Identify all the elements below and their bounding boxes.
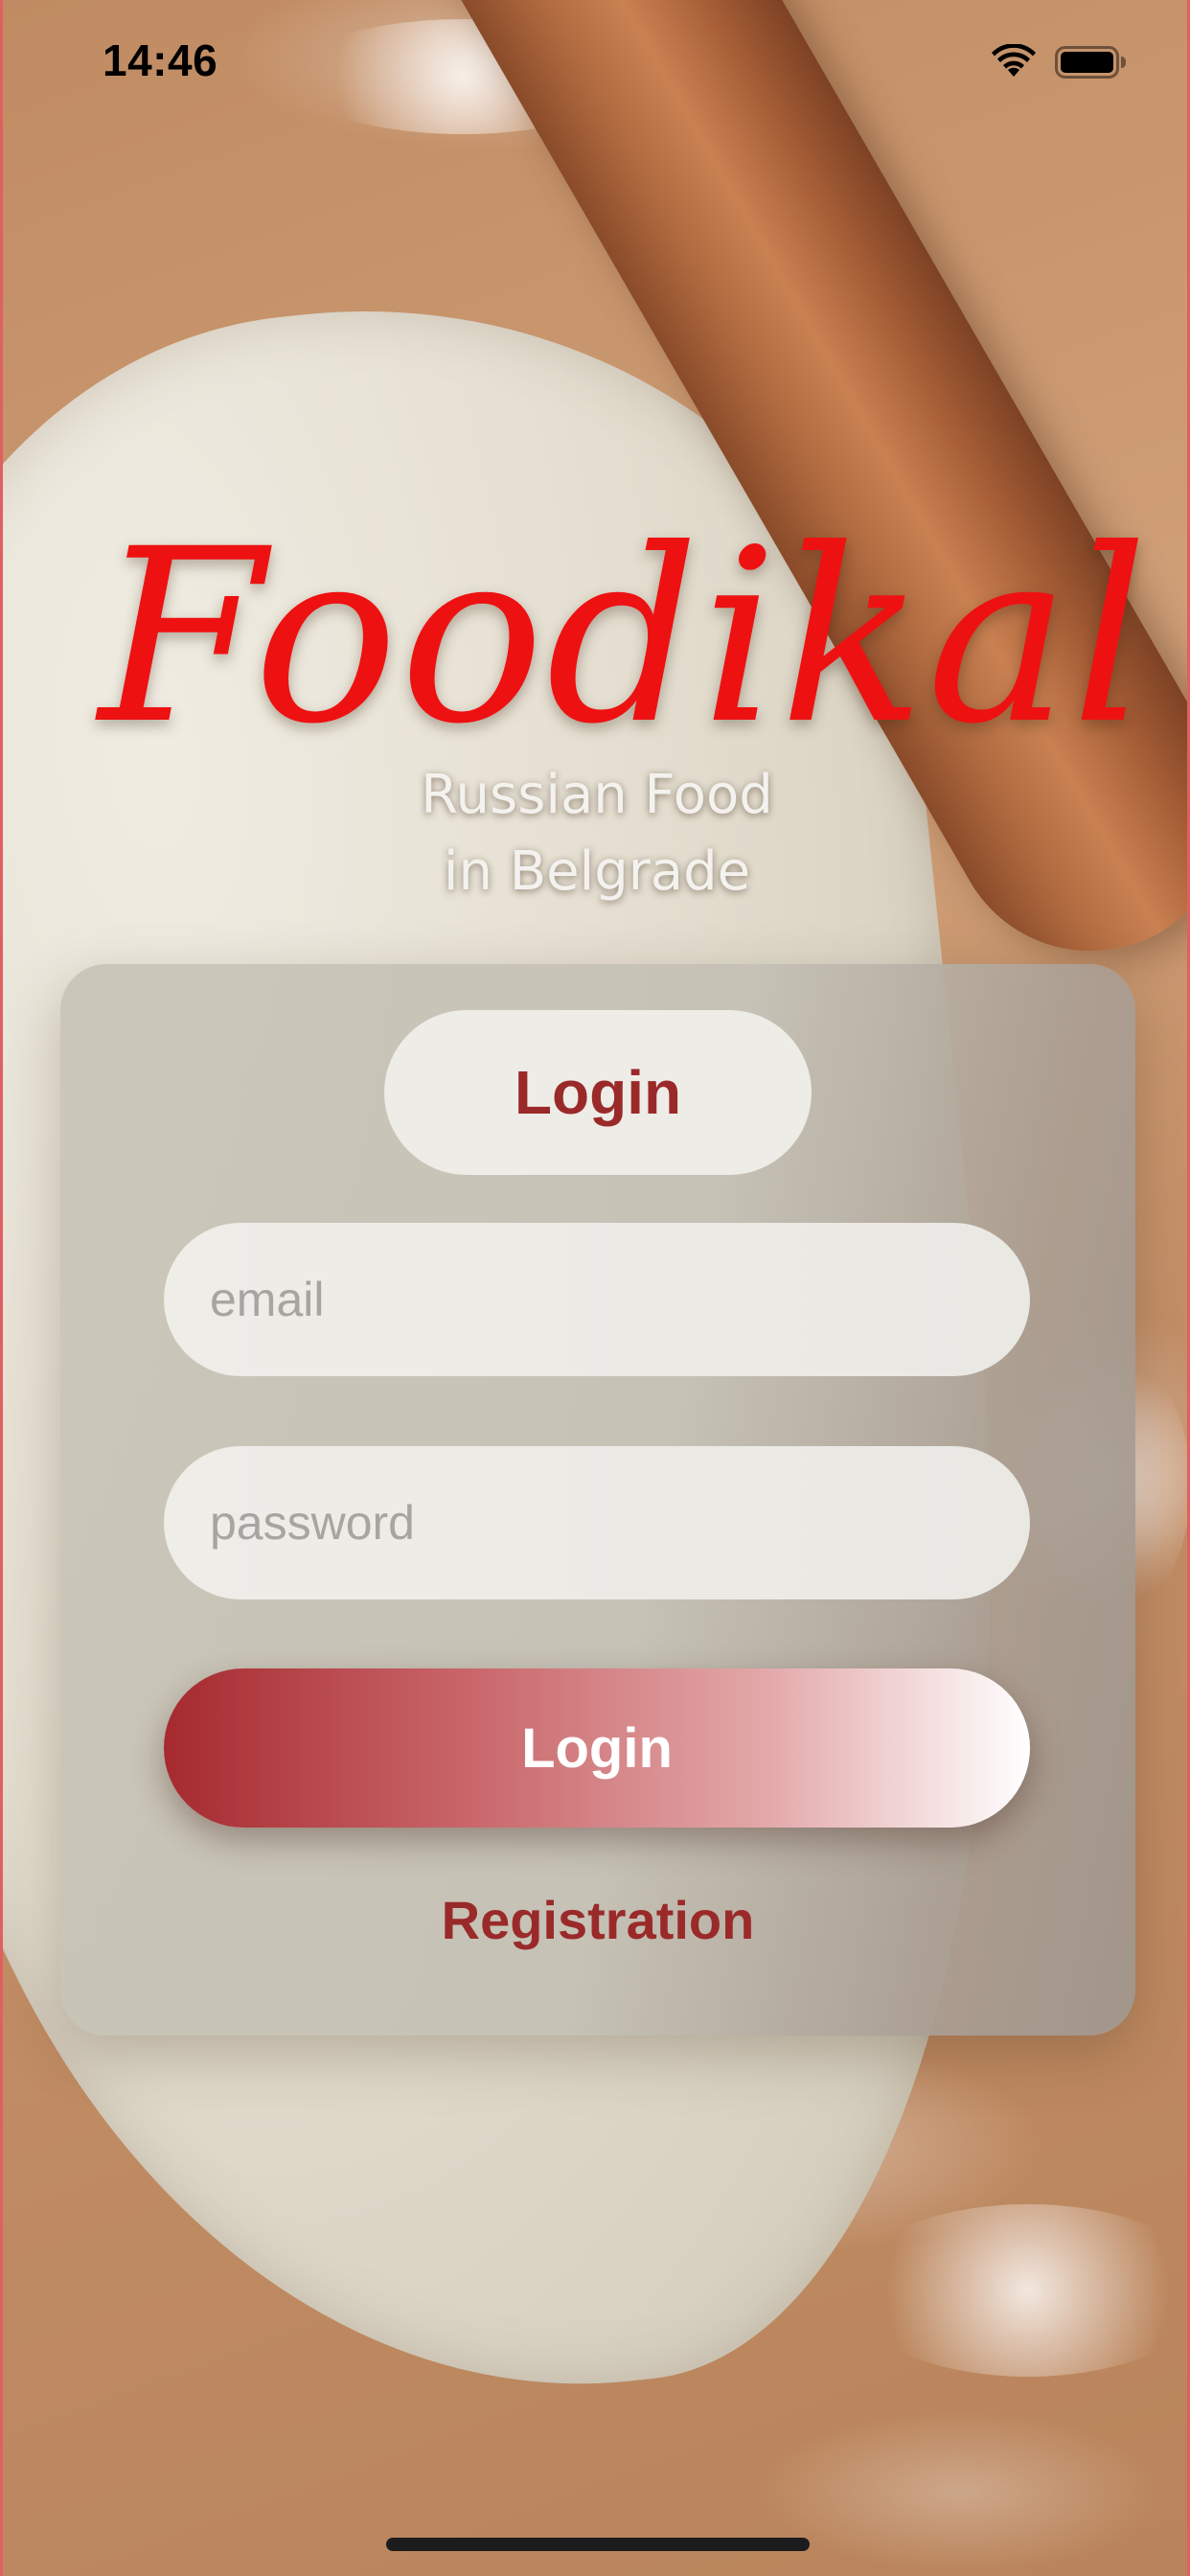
wifi-icon	[992, 44, 1036, 77]
flour-dust	[846, 2204, 1187, 2377]
login-tab[interactable]: Login	[384, 1010, 812, 1175]
logo-subtitle-line2: in Belgrade	[443, 840, 751, 903]
registration-link[interactable]: Registration	[60, 1889, 1135, 1951]
password-field[interactable]: password	[164, 1446, 1030, 1599]
status-time: 14:46	[103, 35, 218, 85]
battery-icon	[1055, 46, 1126, 79]
email-field[interactable]: email	[164, 1223, 1030, 1376]
login-button[interactable]: Login	[164, 1668, 1030, 1828]
logo-subtitle: Russian Food in Belgrade	[99, 757, 1095, 910]
login-card: Login email password Login Registration	[60, 964, 1135, 2036]
email-placeholder: email	[210, 1273, 325, 1326]
login-screen: 14:46 Foodikal Russian Food in Belgrade …	[0, 0, 1190, 2576]
home-indicator	[386, 2538, 810, 2551]
logo-subtitle-line1: Russian Food	[421, 764, 773, 826]
logo-title: Foodikal	[99, 497, 1151, 776]
password-placeholder: password	[210, 1496, 415, 1550]
app-logo: Foodikal Russian Food in Belgrade	[99, 497, 1151, 904]
